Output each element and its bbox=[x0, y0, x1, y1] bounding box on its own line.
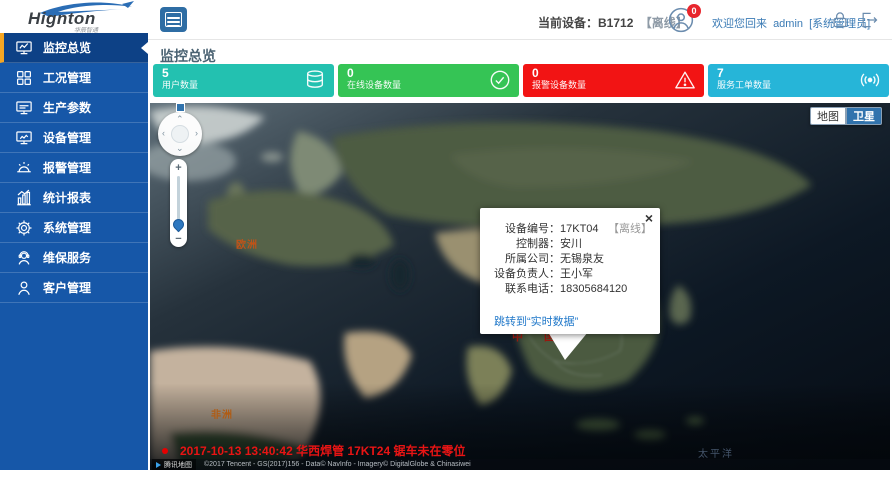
notification-badge: 0 bbox=[687, 4, 701, 18]
alarm-ticker: 2017-10-13 13:40:42 华西焊管 17KT24 锯车未在零位 bbox=[162, 442, 465, 459]
lock-button[interactable] bbox=[829, 9, 851, 31]
user-notification-button[interactable]: 0 bbox=[668, 7, 708, 35]
database-icon bbox=[304, 69, 326, 91]
gear-icon bbox=[15, 219, 33, 237]
sidebar-toggle-button[interactable] bbox=[160, 7, 187, 32]
username: admin bbox=[773, 18, 803, 30]
menu-icon bbox=[165, 12, 182, 27]
pan-right-icon[interactable]: › bbox=[195, 129, 198, 138]
support-headset-icon bbox=[15, 249, 33, 267]
popup-row-company: 所属公司： 无锡泉友 bbox=[488, 252, 652, 267]
stat-label: 在线设备数量 bbox=[347, 80, 510, 91]
sidebar-item-label: 工况管理 bbox=[43, 69, 91, 86]
check-circle-icon bbox=[489, 69, 511, 91]
popup-tail bbox=[544, 332, 592, 362]
warning-triangle-icon bbox=[674, 69, 696, 91]
sidebar-item-label: 维保服务 bbox=[43, 249, 91, 266]
sidebar: 监控总览 工况管理 生产参数 设备管理 报警管理 bbox=[0, 33, 148, 470]
map-zoom-slider: + − bbox=[170, 159, 187, 247]
sidebar-item-label: 客户管理 bbox=[43, 279, 91, 296]
sidebar-item-maintenance-service[interactable]: 维保服务 bbox=[0, 243, 148, 273]
device-monitor-icon bbox=[15, 129, 33, 147]
map-overview-button[interactable] bbox=[176, 103, 185, 112]
map-type-toggle: 地图 卫星 bbox=[810, 107, 882, 125]
stat-value: 5 bbox=[162, 67, 325, 80]
zoom-out-button[interactable]: − bbox=[170, 233, 187, 245]
map-attribution: 腾讯地图 ©2017 Tencent - GS(2017)156 - Data©… bbox=[150, 459, 890, 470]
customer-icon bbox=[15, 279, 33, 297]
popup-close-icon[interactable]: × bbox=[645, 211, 653, 225]
sidebar-item-statistics-report[interactable]: 统计报表 bbox=[0, 183, 148, 213]
sidebar-item-label: 系统管理 bbox=[43, 219, 91, 236]
sidebar-item-monitor-overview[interactable]: 监控总览 bbox=[0, 33, 148, 63]
device-info-popup: × 设备编号： 17KT04 【离线】 控制器： 安川 所属公司： 无锡泉友 设… bbox=[480, 208, 660, 334]
stat-card-users[interactable]: 5 用户数量 bbox=[153, 64, 334, 97]
satellite-map[interactable]: 欧洲 中 国 非洲 太平洋 地图 卫星 ⌃ ⌄ ‹ › + − bbox=[150, 103, 890, 470]
pan-left-icon[interactable]: ‹ bbox=[162, 129, 165, 138]
stat-value: 7 bbox=[717, 67, 880, 80]
lock-icon bbox=[830, 9, 850, 31]
current-device-value: B1712 bbox=[598, 16, 633, 30]
stat-label: 服务工单数量 bbox=[717, 80, 880, 91]
pan-down-icon[interactable]: ⌄ bbox=[176, 144, 184, 153]
logout-button[interactable] bbox=[858, 9, 880, 31]
map-label-africa: 非洲 bbox=[211, 406, 233, 421]
sidebar-item-customer-management[interactable]: 客户管理 bbox=[0, 273, 148, 303]
tencent-map-logo: 腾讯地图 bbox=[152, 459, 196, 470]
sidebar-item-label: 监控总览 bbox=[43, 39, 91, 56]
alarm-icon bbox=[15, 159, 33, 177]
grid-icon bbox=[15, 69, 33, 87]
main-content: 监控总览 5 用户数量 0 在线设备数量 0 报警设备数量 7 服务工单数量 bbox=[148, 40, 892, 470]
sidebar-item-production-params[interactable]: 生产参数 bbox=[0, 93, 148, 123]
welcome-label: 欢迎您回来 bbox=[712, 18, 767, 30]
sidebar-item-device-management[interactable]: 设备管理 bbox=[0, 123, 148, 153]
copyright-text: ©2017 Tencent - GS(2017)156 - Data© NavI… bbox=[204, 461, 471, 468]
sidebar-item-work-condition[interactable]: 工况管理 bbox=[0, 63, 148, 93]
map-mode-button[interactable]: 地图 bbox=[810, 107, 846, 125]
page-title: 监控总览 bbox=[160, 46, 216, 66]
radar-icon bbox=[859, 69, 881, 91]
map-label-pacific: 太平洋 bbox=[698, 445, 734, 460]
tencent-logo-icon bbox=[156, 462, 161, 468]
zoom-thumb[interactable] bbox=[171, 217, 187, 233]
stat-card-online-devices[interactable]: 0 在线设备数量 bbox=[338, 64, 519, 97]
stat-value: 0 bbox=[347, 67, 510, 80]
alarm-dot-icon bbox=[162, 448, 168, 454]
alarm-text: 2017-10-13 13:40:42 华西焊管 17KT24 锯车未在零位 bbox=[180, 442, 465, 459]
satellite-mode-button[interactable]: 卫星 bbox=[846, 107, 882, 125]
popup-row-device-id: 设备编号： 17KT04 【离线】 bbox=[488, 222, 652, 237]
monitor-icon bbox=[15, 99, 33, 117]
sidebar-item-label: 报警管理 bbox=[43, 159, 91, 176]
stat-card-alarm-devices[interactable]: 0 报警设备数量 bbox=[523, 64, 704, 97]
stat-value: 0 bbox=[532, 67, 695, 80]
logout-icon bbox=[859, 9, 879, 31]
sidebar-item-alarm-management[interactable]: 报警管理 bbox=[0, 153, 148, 183]
sidebar-item-label: 生产参数 bbox=[43, 99, 91, 116]
sidebar-item-label: 设备管理 bbox=[43, 129, 91, 146]
stat-card-work-orders[interactable]: 7 服务工单数量 bbox=[708, 64, 889, 97]
stat-label: 用户数量 bbox=[162, 80, 325, 91]
sidebar-item-system-management[interactable]: 系统管理 bbox=[0, 213, 148, 243]
current-device-label: 当前设备： bbox=[538, 16, 598, 30]
pan-center[interactable] bbox=[171, 125, 189, 143]
zoom-in-button[interactable]: + bbox=[170, 162, 187, 174]
map-label-europe: 欧洲 bbox=[236, 236, 258, 251]
pan-up-icon[interactable]: ⌃ bbox=[176, 115, 184, 124]
active-caret bbox=[141, 42, 148, 54]
current-device-info: 当前设备：B1712 【离线】 bbox=[538, 14, 688, 31]
app-window: Hignton 华辰智通 当前设备：B1712 【离线】 0 欢迎您回来 adm… bbox=[0, 0, 892, 480]
bar-chart-icon bbox=[15, 189, 33, 207]
brand-logo: Hignton 华辰智通 bbox=[10, 1, 146, 33]
popup-row-controller: 控制器： 安川 bbox=[488, 237, 652, 252]
sidebar-item-label: 统计报表 bbox=[43, 189, 91, 206]
monitor-chart-icon bbox=[15, 39, 33, 57]
stat-label: 报警设备数量 bbox=[532, 80, 695, 91]
popup-row-owner: 设备负责人： 王小军 bbox=[488, 267, 652, 282]
map-pan-control[interactable]: ⌃ ⌄ ‹ › bbox=[158, 112, 202, 156]
popup-row-phone: 联系电话： 18305684120 bbox=[488, 282, 652, 297]
realtime-data-link[interactable]: 跳转到“实时数据” bbox=[494, 313, 578, 329]
